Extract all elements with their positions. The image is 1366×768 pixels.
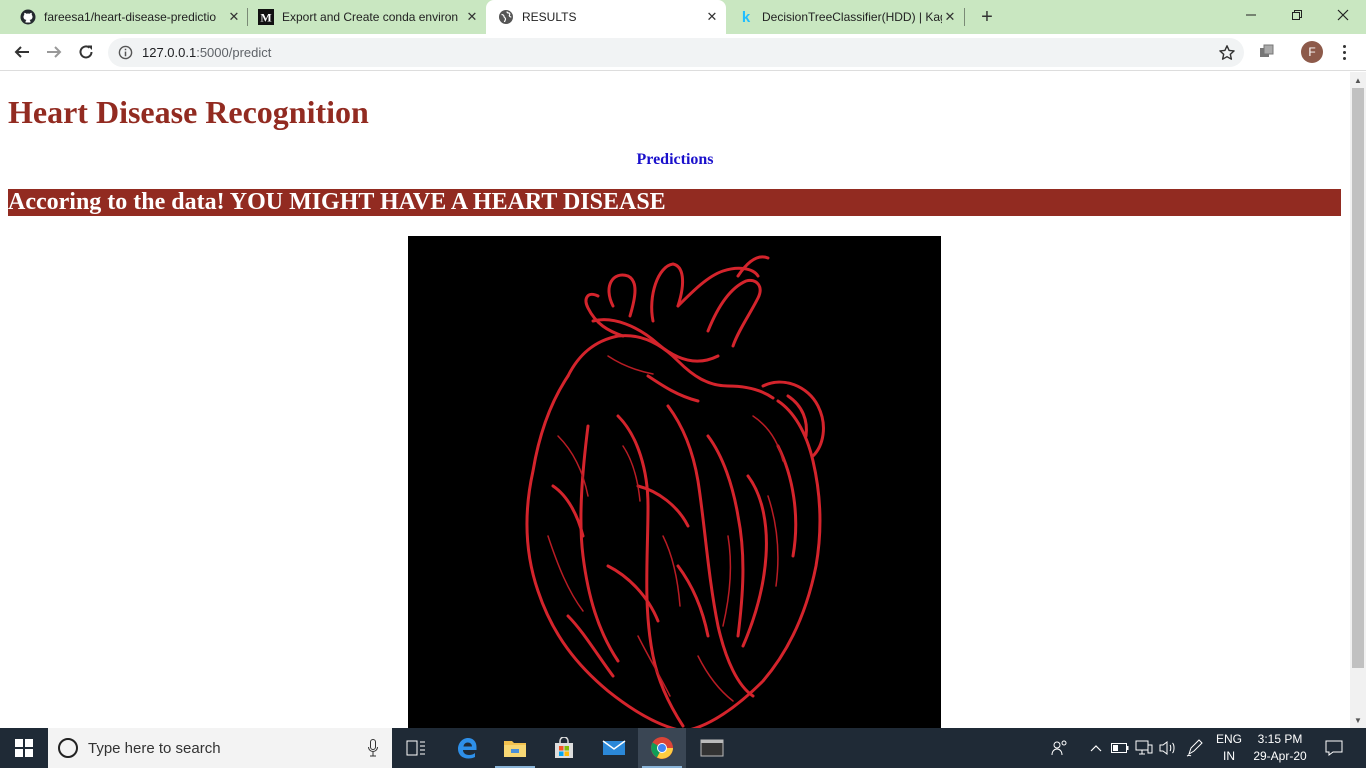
scroll-down-icon[interactable]: ▼ [1350,714,1366,726]
folder-icon [504,741,526,757]
input-language[interactable]: ENG IN [1212,731,1246,765]
arrow-right-icon [47,46,62,58]
github-icon [20,9,36,25]
info-icon[interactable] [118,45,133,60]
tab-title: DecisionTreeClassifier(HDD) | Kag [762,10,942,24]
tab-divider [964,8,965,26]
tab-title: RESULTS [522,10,577,24]
terminal-icon [700,739,724,757]
edge-button[interactable] [443,728,491,768]
close-icon[interactable]: ✕ [464,9,480,25]
tab-kaggle[interactable]: k DecisionTreeClassifier(HDD) | Kag ✕ [726,0,964,34]
mail-button[interactable] [590,728,638,768]
svg-text:M: M [260,11,271,25]
microphone-icon[interactable] [368,739,378,757]
start-button[interactable] [0,728,48,768]
heart-illustration [525,255,825,728]
restore-icon [1292,10,1302,20]
notifications-button[interactable] [1320,728,1348,768]
tab-title: fareesa1/heart-disease-predictio [44,10,217,24]
taskbar-search[interactable]: Type here to search [48,728,392,768]
terminal-button[interactable] [688,728,736,768]
scroll-up-icon[interactable]: ▲ [1350,74,1366,86]
system-clock[interactable]: 3:15 PM 29-Apr-20 [1248,731,1312,765]
forward-button[interactable] [42,40,66,64]
edge-icon [458,738,477,759]
url-host: 127.0.0.1 [142,45,197,60]
battery-button[interactable] [1110,728,1130,768]
new-tab-button[interactable]: + [976,6,998,28]
back-button[interactable] [10,40,34,64]
people-icon [1051,740,1067,756]
speaker-icon [1159,741,1175,755]
reload-icon [79,45,93,59]
globe-icon [498,9,514,25]
tab-title: Export and Create conda environ [282,10,459,24]
tab-strip: fareesa1/heart-disease-predictio ✕ M Exp… [0,0,1366,34]
clock-time: 3:15 PM [1257,732,1303,746]
avatar[interactable]: F [1301,41,1323,63]
file-explorer-button[interactable] [491,728,539,768]
restore-button[interactable] [1274,0,1320,30]
medium-icon: M [258,9,274,25]
page-scrollbar[interactable]: ▲ ▼ [1350,72,1366,728]
notification-icon [1325,740,1343,756]
address-bar[interactable]: 127.0.0.1:5000/predict [108,38,1244,67]
volume-button[interactable] [1158,728,1178,768]
arrow-left-icon [14,46,29,58]
tab-medium[interactable]: M Export and Create conda environ ✕ [238,0,486,34]
tab-results[interactable]: RESULTS ✕ [486,0,726,34]
url-text[interactable]: 127.0.0.1:5000/predict [142,45,271,60]
star-icon[interactable] [1218,44,1236,62]
clock-date: 29-Apr-20 [1253,749,1307,763]
svg-text:k: k [742,9,751,25]
reload-button[interactable] [74,40,98,64]
network-button[interactable] [1134,728,1154,768]
search-placeholder: Type here to search [88,740,221,757]
battery-icon [1111,743,1129,753]
network-icon [1135,740,1153,755]
page-content: Heart Disease Recognition Predictions Ac… [0,72,1350,728]
heart-image [408,236,941,728]
chevron-up-icon [1090,745,1102,752]
extension-icon[interactable] [1258,43,1276,61]
result-banner: Accoring to the data! YOU MIGHT HAVE A H… [8,189,1341,216]
mail-icon [602,740,626,755]
predictions-heading: Predictions [636,151,714,168]
scrollbar-thumb[interactable] [1352,88,1364,668]
people-button[interactable] [1048,728,1072,768]
windows-logo-icon [15,739,33,757]
pen-icon [1186,739,1203,757]
region-code: IN [1223,749,1235,763]
close-icon [1337,9,1349,21]
tab-github[interactable]: fareesa1/heart-disease-predictio ✕ [0,0,248,34]
store-icon [555,737,573,758]
chrome-button[interactable] [638,728,686,768]
cortana-icon [58,738,78,758]
kaggle-icon: k [738,9,754,25]
close-icon[interactable]: ✕ [942,9,958,25]
page-title: Heart Disease Recognition [8,94,369,130]
more-menu-icon[interactable] [1336,42,1352,62]
show-hidden-icons-button[interactable] [1086,728,1106,768]
close-window-button[interactable] [1320,0,1366,30]
language-code: ENG [1215,732,1242,746]
store-button[interactable] [540,728,588,768]
task-view-button[interactable] [392,728,440,768]
close-icon[interactable]: ✕ [704,9,720,25]
pen-button[interactable] [1184,728,1206,768]
minimize-icon [1246,14,1256,16]
url-path: :5000/predict [196,45,272,60]
windows-taskbar: Type here to search ENG IN 3:15 PM 29-Ap… [0,728,1366,768]
browser-toolbar: 127.0.0.1:5000/predict F [0,34,1366,71]
minimize-button[interactable] [1228,0,1274,30]
chrome-icon [651,737,673,759]
task-view-icon [406,740,425,756]
